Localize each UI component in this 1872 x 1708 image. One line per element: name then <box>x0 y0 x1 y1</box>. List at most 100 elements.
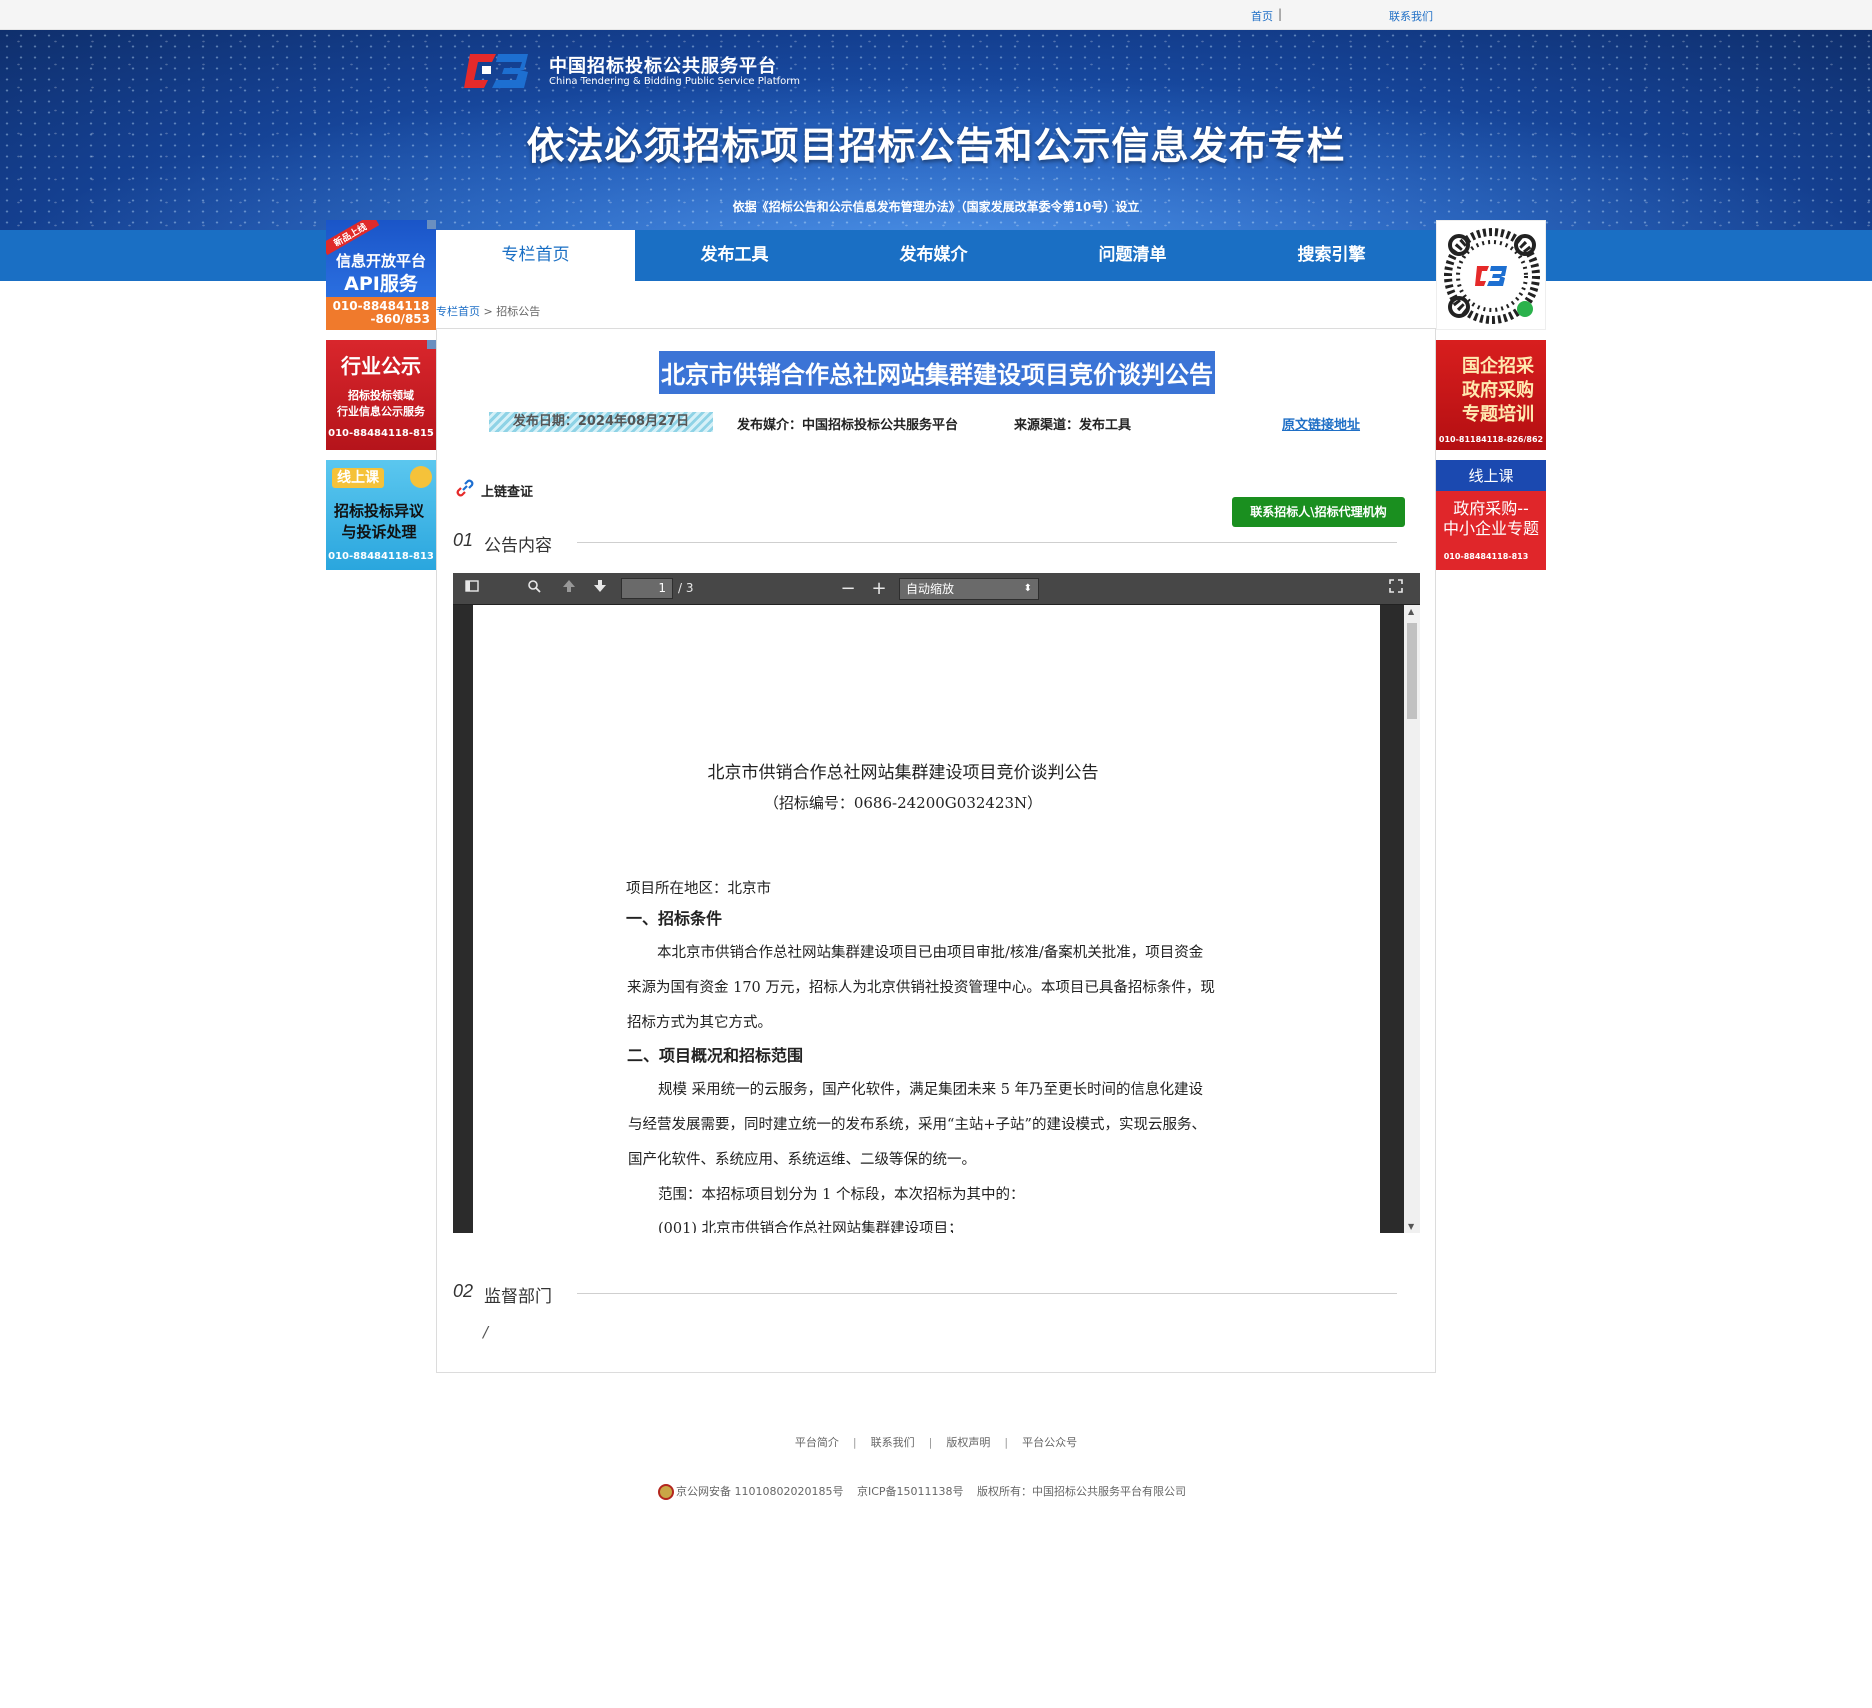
ad-complaint-line1: 招标投标异议 <box>333 502 424 520</box>
chevron-updown-icon: ⬍ <box>1023 583 1032 594</box>
top-separator: | <box>1278 7 1283 21</box>
ad-complaint-phone: 010-88484118-813 <box>328 551 434 562</box>
zoom-in-icon[interactable]: + <box>868 579 890 599</box>
zoom-out-icon[interactable]: − <box>837 579 859 599</box>
qr-code[interactable] <box>1436 220 1546 330</box>
footer-link-copyright[interactable]: 版权声明 <box>946 1436 990 1449</box>
ad-api-phone2: -860/853 <box>370 312 430 326</box>
section-divider <box>577 1293 1397 1294</box>
icp-record[interactable]: 京ICP备15011138号 <box>857 1485 964 1498</box>
doc-paragraph: 与经营发展需要，同时建立统一的发布系统，采用“主站+子站”的建设模式，实现云服务… <box>628 1117 1206 1133</box>
banner-title: 依法必须招标项目招标公告和公示信息发布专栏 <box>526 124 1346 168</box>
doc-paragraph: 招标方式为其它方式。 <box>627 1015 772 1031</box>
sidebar-toggle-icon[interactable] <box>461 579 483 599</box>
footer-link-contact[interactable]: 联系我们 <box>871 1436 915 1449</box>
nav-item-publish-tools[interactable]: 发布工具 <box>635 230 834 281</box>
doc-paragraph: 本北京市供销合作总社网站集群建设项目已由项目审批/核准/备案机关批准，项目资金 <box>657 945 1204 961</box>
police-badge-icon <box>658 1484 674 1500</box>
footer-links: 平台简介 | 联系我们 | 版权声明 | 平台公众号 <box>0 1434 1872 1450</box>
doc-region: 项目所在地区：北京市 <box>626 881 771 897</box>
section-label: 公告内容 <box>484 536 552 556</box>
top-contact-link[interactable]: 联系我们 <box>1389 8 1433 24</box>
footer-copyright: 京公网安备 11010802020185号 京ICP备15011138号 版权所… <box>658 1483 1186 1500</box>
breadcrumb-home[interactable]: 专栏首页 <box>436 305 480 318</box>
nav-item-faq-list[interactable]: 问题清单 <box>1033 230 1232 281</box>
ad-training-phone: 010-81184118-826/862 <box>1438 435 1544 444</box>
platform-logo-icon[interactable] <box>462 48 534 94</box>
zoom-select-value: 自动缩放 <box>906 582 955 596</box>
copyright-owner: 版权所有：中国招标公共服务平台有限公司 <box>977 1485 1187 1498</box>
previous-page-icon[interactable] <box>558 579 580 599</box>
ad-sme-course[interactable]: 线上课 政府采购-- 中小企业专题 010-88484118-813 <box>1436 460 1546 570</box>
footer-link-about[interactable]: 平台简介 <box>795 1436 839 1449</box>
chain-link-icon[interactable] <box>454 477 476 499</box>
footer-separator: | <box>1004 1436 1009 1449</box>
doc-number: （招标编号：0686-24200G032423N） <box>763 794 1043 812</box>
pdf-scrollbar[interactable]: ▲ ▼ <box>1404 605 1420 1233</box>
nav-item-search-engine[interactable]: 搜索引擎 <box>1232 230 1431 281</box>
ad-complaint-course[interactable]: 线上课 招标投标异议 与投诉处理 010-88484118-813 <box>326 460 436 570</box>
scrollbar-thumb[interactable] <box>1407 623 1417 719</box>
section-number: 01 <box>453 530 474 550</box>
qr-code-icon <box>1444 228 1540 324</box>
contact-tenderer-button[interactable]: 联系招标人\招标代理机构 <box>1232 497 1405 527</box>
original-link[interactable]: 原文链接地址 <box>1282 414 1360 433</box>
breadcrumb-separator: > <box>483 305 493 318</box>
section-divider <box>577 542 1397 543</box>
platform-name-cn: 中国招标投标公共服务平台 <box>549 56 777 77</box>
fullscreen-icon[interactable] <box>1385 579 1407 599</box>
source-channel: 来源渠道：发布工具 <box>1014 418 1132 433</box>
search-icon[interactable] <box>523 579 545 599</box>
ad-training-line2: 政府采购 <box>1462 380 1534 401</box>
pdf-toolbar: 1 / 3 − + 自动缩放 ⬍ <box>453 573 1420 605</box>
ad-sme-phone: 010-88484118-813 <box>1443 552 1529 561</box>
top-home-link[interactable]: 首页 <box>1251 8 1273 24</box>
publish-date: 发布日期：2024年08月27日 <box>489 412 713 432</box>
doc-heading-2: 二、项目概况和招标范围 <box>627 1046 804 1065</box>
breadcrumb: 专栏首页 > 招标公告 <box>436 303 540 319</box>
breadcrumb-current: 招标公告 <box>496 305 541 318</box>
pdf-page: 北京市供销合作总社网站集群建设项目竞价谈判公告 （招标编号：0686-24200… <box>473 605 1380 1233</box>
medal-icon <box>410 466 432 488</box>
doc-paragraph: 规模 采用统一的云服务，国产化软件，满足集团未来 5 年乃至更长时间的信息化建设 <box>658 1082 1204 1098</box>
next-page-icon[interactable] <box>589 579 611 599</box>
ad-sme-line2: 中小企业专题 <box>1442 519 1539 538</box>
scroll-up-icon[interactable]: ▲ <box>1408 607 1414 616</box>
ad-close-icon[interactable] <box>427 340 436 349</box>
police-record[interactable]: 京公网安备 11010802020185号 <box>676 1485 843 1498</box>
ad-api-service[interactable]: 新品上线 信息开放平台 API服务 010-88484118 -860/853 <box>326 220 436 330</box>
doc-title: 北京市供销合作总社网站集群建设项目竞价谈判公告 <box>707 763 1099 783</box>
supervision-value: / <box>483 1323 489 1341</box>
section-notice-content: 01 公告内容 <box>453 530 1418 556</box>
zoom-select[interactable]: 自动缩放 ⬍ <box>899 578 1039 600</box>
footer-link-wechat[interactable]: 平台公众号 <box>1022 1436 1077 1449</box>
doc-paragraph: (001) 北京市供销合作总社网站集群建设项目； <box>658 1221 963 1233</box>
banner-subtitle: 依据《招标公告和公示信息发布管理办法》（国家发展改革委令第10号）设立 <box>732 200 1140 214</box>
nav-item-home[interactable]: 专栏首页 <box>436 230 635 281</box>
nav-item-publish-media[interactable]: 发布媒介 <box>834 230 1033 281</box>
ad-industry-phone: 010-88484118-815 <box>328 428 434 439</box>
main-nav: 专栏首页 发布工具 发布媒介 问题清单 搜索引擎 <box>0 230 1872 281</box>
publish-media: 发布媒介：中国招标投标公共服务平台 <box>737 418 959 433</box>
ad-course-tag: 线上课 <box>332 468 384 488</box>
page-number-input[interactable]: 1 <box>621 578 673 599</box>
scroll-down-icon[interactable]: ▼ <box>1408 1222 1414 1231</box>
ad-training-line1: 国企招采 <box>1462 356 1534 377</box>
ad-industry-title: 行业公示 <box>341 354 421 378</box>
pdf-viewer[interactable]: 1 / 3 − + 自动缩放 ⬍ 北京市供销合作总社网站集群建设项目竞价谈判公告… <box>453 573 1420 1233</box>
header-banner: 中国招标投标公共服务平台 China Tendering & Bidding P… <box>0 30 1872 230</box>
doc-paragraph: 范围：本招标项目划分为 1 个标段，本次招标为其中的： <box>658 1187 1025 1203</box>
ad-procurement-training[interactable]: 国企招采 政府采购 专题培训 010-81184118-826/862 <box>1436 340 1546 450</box>
platform-name-en: China Tendering & Bidding Public Service… <box>549 76 800 87</box>
ad-close-icon[interactable] <box>427 220 436 229</box>
ad-complaint-line2: 与投诉处理 <box>341 523 417 541</box>
notice-title: 北京市供销合作总社网站集群建设项目竞价谈判公告 <box>659 351 1215 394</box>
ad-industry-notice[interactable]: 行业公示 招标投标领域 行业信息公示服务 010-88484118-815 <box>326 340 436 450</box>
doc-heading-1: 一、招标条件 <box>626 909 723 928</box>
chain-verify-label[interactable]: 上链查证 <box>481 481 533 500</box>
doc-paragraph: 来源为国有资金 170 万元，招标人为北京供销社投资管理中心。本项目已具备招标条… <box>627 980 1215 996</box>
footer-separator: | <box>852 1436 857 1449</box>
footer-separator: | <box>928 1436 933 1449</box>
page-total: / 3 <box>678 581 694 595</box>
ad-api-line2: API服务 <box>344 273 418 295</box>
